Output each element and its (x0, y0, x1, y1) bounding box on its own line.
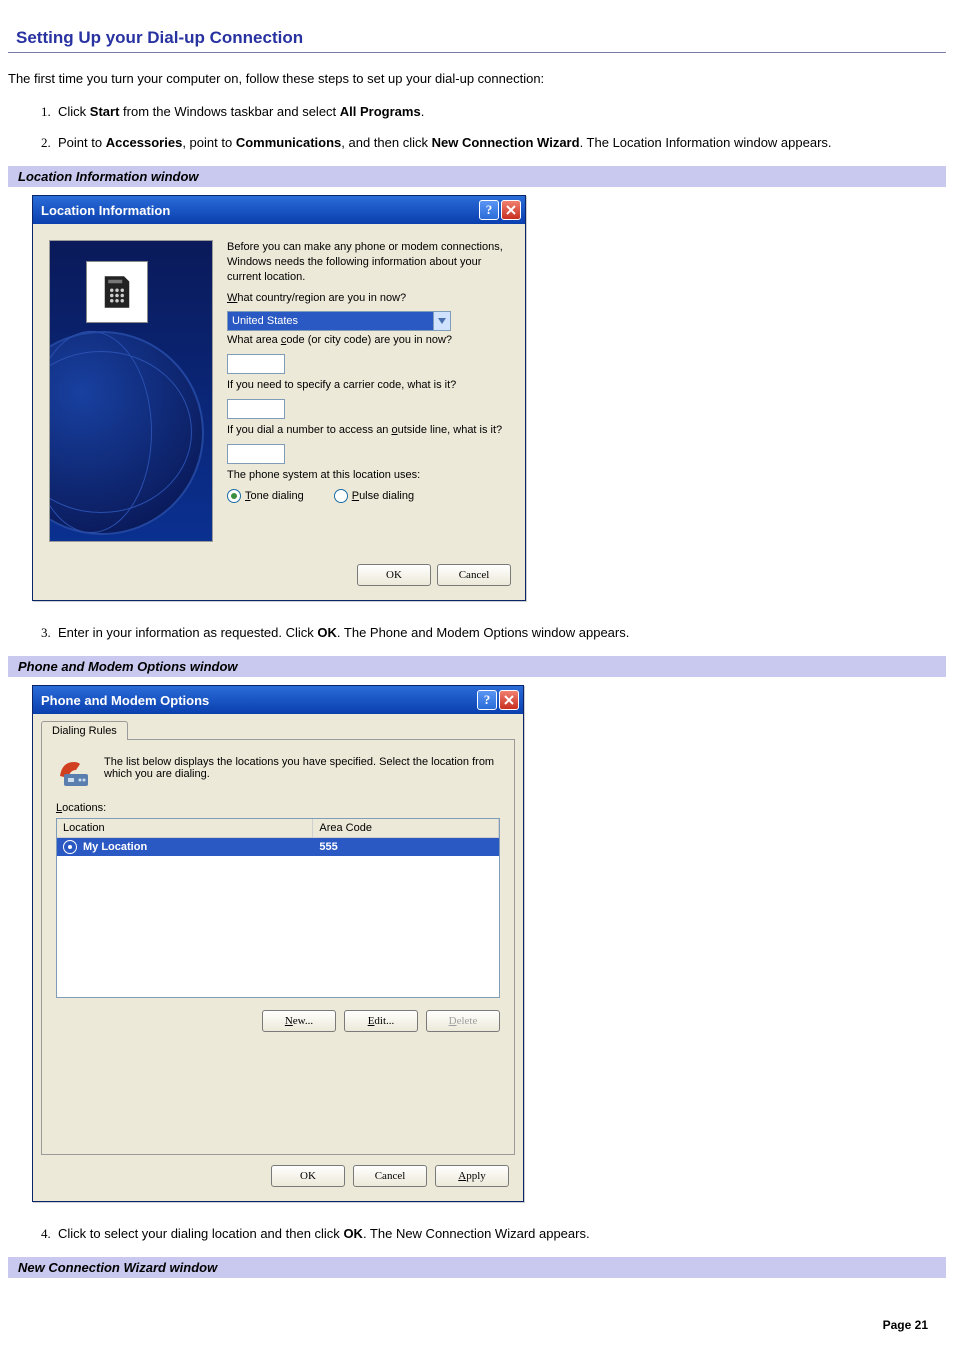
location-title-text: Location Information (41, 203, 477, 218)
ok-button[interactable]: OK (357, 564, 431, 586)
phone-modem-icon (56, 756, 92, 792)
step-1-text: Click (58, 104, 90, 119)
steps-list-continued-2: Click to select your dialing location an… (8, 1226, 946, 1241)
location-artwork (49, 240, 213, 542)
close-icon (506, 205, 516, 215)
ok-button[interactable]: OK (271, 1165, 345, 1187)
edit-button[interactable]: Edit... (344, 1010, 418, 1032)
row-location: My Location (83, 841, 147, 853)
location-intro: Before you can make any phone or modem c… (227, 240, 509, 285)
country-select[interactable]: United States (227, 311, 451, 331)
locations-table[interactable]: Location Area Code My Location 555 (56, 818, 500, 998)
phone-icon (86, 261, 148, 323)
country-label: What country/region are you in now? (227, 291, 509, 306)
close-button[interactable] (501, 200, 521, 220)
apply-button[interactable]: Apply (435, 1165, 509, 1187)
cancel-button[interactable]: Cancel (353, 1165, 427, 1187)
chevron-down-icon[interactable] (433, 312, 450, 330)
step-3: Enter in your information as requested. … (54, 625, 946, 640)
pm-title-text: Phone and Modem Options (41, 693, 475, 708)
page-footer: Page 21 (8, 1318, 946, 1332)
locations-label: Locations: (56, 802, 500, 814)
outside-input[interactable] (227, 444, 285, 464)
th-areacode[interactable]: Area Code (313, 819, 499, 838)
country-value: United States (228, 315, 433, 327)
phone-modem-dialog: Phone and Modem Options ? Dialing Rules … (32, 685, 524, 1202)
help-button[interactable]: ? (479, 200, 499, 220)
cancel-button[interactable]: Cancel (437, 564, 511, 586)
step-4: Click to select your dialing location an… (54, 1226, 946, 1241)
new-button[interactable]: New... (262, 1010, 336, 1032)
location-row-icon (63, 840, 77, 854)
areacode-input[interactable] (227, 354, 285, 374)
carrier-input[interactable] (227, 399, 285, 419)
page-title: Setting Up your Dial-up Connection (16, 28, 946, 48)
step-1: Click Start from the Windows taskbar and… (54, 104, 946, 119)
th-location[interactable]: Location (57, 819, 313, 838)
table-row[interactable]: My Location 555 (57, 838, 499, 856)
phone-system-label: The phone system at this location uses: (227, 468, 509, 483)
close-icon (504, 695, 514, 705)
pulse-radio-option[interactable]: Pulse dialing (334, 489, 414, 503)
steps-list: Click Start from the Windows taskbar and… (8, 104, 946, 150)
steps-list-continued-1: Enter in your information as requested. … (8, 625, 946, 640)
step-2: Point to Accessories, point to Communica… (54, 135, 946, 150)
outside-label: If you dial a number to access an outsid… (227, 423, 509, 438)
pm-titlebar: Phone and Modem Options ? (33, 686, 523, 714)
delete-button[interactable]: Delete (426, 1010, 500, 1032)
tab-dialing-rules[interactable]: Dialing Rules (41, 721, 128, 740)
horizontal-rule (8, 52, 946, 53)
caption-location-info: Location Information window (8, 166, 946, 187)
help-button[interactable]: ? (477, 690, 497, 710)
tone-radio-option[interactable]: Tone dialing (227, 489, 304, 503)
location-info-dialog: Location Information ? Before you can ma… (32, 195, 526, 601)
row-areacode: 555 (319, 841, 337, 853)
areacode-label: What area code (or city code) are you in… (227, 333, 509, 348)
intro-text: The first time you turn your computer on… (8, 71, 946, 86)
carrier-label: If you need to specify a carrier code, w… (227, 378, 509, 393)
close-button[interactable] (499, 690, 519, 710)
step-1-bold-start: Start (90, 104, 120, 119)
caption-phone-modem: Phone and Modem Options window (8, 656, 946, 677)
radio-icon (334, 489, 348, 503)
step-1-bold-allprograms: All Programs (340, 104, 421, 119)
radio-icon (227, 489, 241, 503)
caption-new-connection: New Connection Wizard window (8, 1257, 946, 1278)
pm-description: The list below displays the locations yo… (104, 756, 500, 792)
location-titlebar: Location Information ? (33, 196, 525, 224)
location-fields: Before you can make any phone or modem c… (227, 240, 509, 542)
